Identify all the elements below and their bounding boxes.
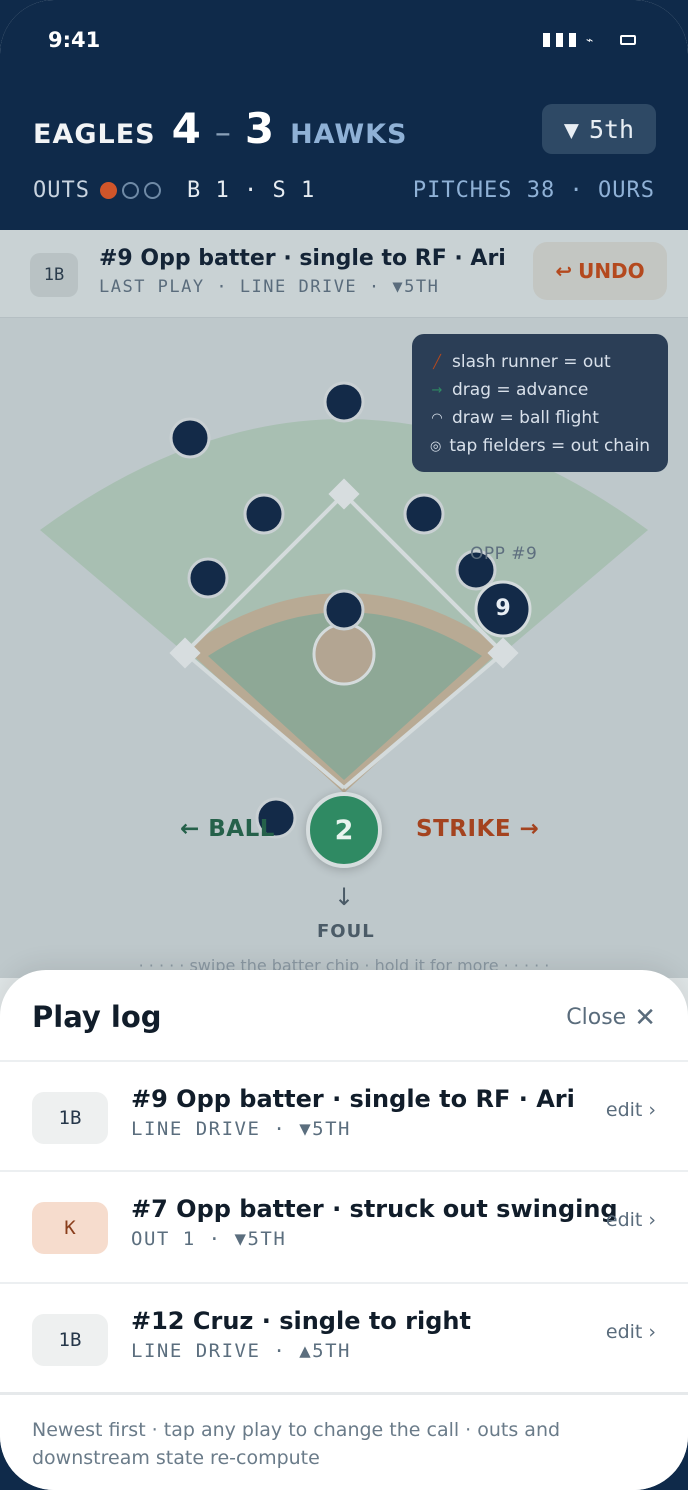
play-subtitle: LINE DRIVE · ▲5TH [131,1340,351,1362]
play-title: #12 Cruz · single to right [131,1307,471,1335]
fielder-shortstop [243,493,285,535]
outs-label: OUTS [33,177,90,203]
out-indicator-2 [121,181,139,199]
play-badge: 1B [32,1314,108,1366]
home-score: 4 [171,104,201,153]
status-icons: ⌁ [543,33,636,47]
away-team-name: HAWKS [290,119,408,150]
foul-arrow-icon: ↓ [334,883,355,911]
play-title: #7 Opp batter · struck out swinging [131,1195,618,1223]
away-score: 3 [244,104,275,153]
play-badge: 1B [32,1092,108,1144]
edit-link[interactable]: edit › [606,1099,656,1121]
play-title: #9 Opp batter · single to RF · Ari [131,1085,575,1113]
fielder-pitcher [323,589,365,631]
drag-arrow-icon: → [431,382,443,398]
undo-button[interactable]: ↩ UNDO [533,242,667,300]
fielder-third-base [187,557,229,599]
home-team-name: EAGLES [33,119,156,150]
play-badge: K [32,1202,108,1254]
edit-link[interactable]: edit › [606,1321,656,1343]
inning-label: 5th [588,114,635,144]
close-icon: ✕ [634,1002,656,1033]
legend-row: ╱ slash runner = out [430,348,650,376]
gesture-legend: ╱ slash runner = out → drag = advance ◠ … [412,334,668,472]
play-log-sheet: Play log Close ✕ 1B #9 Opp batter · sing… [0,970,688,1490]
arc-icon: ◠ [431,410,443,426]
play-subtitle: LINE DRIVE · ▼5TH [131,1118,351,1140]
last-play-badge: 1B [30,253,78,297]
fielder-left-field [169,417,211,459]
count-row: OUTS B 1 · S 1 PITCHES 38 · OURS [33,176,655,204]
legend-row: → drag = advance [430,376,650,404]
edit-link[interactable]: edit › [606,1209,656,1231]
list-item[interactable]: 1B #9 Opp batter · single to RF · Ari LI… [0,1062,688,1172]
list-item[interactable]: 1B #12 Cruz · single to right LINE DRIVE… [0,1284,688,1394]
legend-text: slash runner = out [452,352,611,372]
pitch-count: PITCHES 38 · OURS [412,177,655,203]
undo-label: UNDO [578,259,645,283]
ball-swipe-label: ← BALL [180,816,275,842]
legend-text: draw = ball flight [452,408,599,428]
legend-row: ◠ draw = ball flight [430,404,650,432]
inning-half-icon: ▼ [563,114,579,144]
runner-number[interactable]: 9 [476,596,530,621]
close-button[interactable]: Close ✕ [566,1002,656,1033]
battery-icon [620,35,636,45]
divider [0,1392,688,1395]
fielder-second-base [403,493,445,535]
last-play-title: #9 Opp batter · single to RF · Ari [99,246,506,271]
last-play-bar[interactable]: 1B #9 Opp batter · single to RF · Ari LA… [0,230,688,318]
phone-screen: 9:41 ⌁ EAGLES 4 – 3 HAWKS ▼ 5th OUTS B 1… [0,0,688,1490]
game-header: 9:41 ⌁ EAGLES 4 – 3 HAWKS ▼ 5th OUTS B 1… [0,0,688,230]
out-indicator-3 [143,181,161,199]
legend-row: ◎ tap fielders = out chain [430,432,650,460]
scoreline: EAGLES 4 – 3 HAWKS [33,104,408,153]
wifi-icon: ⌁ [586,33,594,47]
out-indicator-1 [99,181,117,199]
score-dash: – [214,113,231,151]
fielder-center-field [323,381,365,423]
legend-text: drag = advance [452,380,589,400]
foul-swipe-label: FOUL [317,921,375,942]
field-area[interactable]: ╱ slash runner = out → drag = advance ◠ … [0,318,688,978]
status-time: 9:41 [48,28,101,52]
list-item[interactable]: K #7 Opp batter · struck out swinging OU… [0,1172,688,1282]
last-play-subtitle: LAST PLAY · LINE DRIVE · ▼5TH [99,277,440,297]
inning-selector[interactable]: ▼ 5th [542,104,656,154]
sheet-title: Play log [32,1000,162,1034]
signal-icon [543,33,576,47]
batter-chip[interactable]: 2 [306,792,382,868]
target-icon: ◎ [430,438,442,454]
strike-swipe-label: STRIKE → [416,816,540,842]
legend-text: tap fielders = out chain [449,436,650,456]
balls-strikes-count: B 1 · S 1 [186,177,316,203]
close-label: Close [566,1005,627,1030]
play-subtitle: OUT 1 · ▼5TH [131,1228,287,1250]
undo-icon: ↩ [555,259,573,283]
runner-label: OPP #9 [470,544,538,564]
slash-icon: ╱ [433,354,441,370]
pitchers-mound [312,622,376,686]
footnote: Newest first · tap any play to change th… [32,1419,561,1469]
